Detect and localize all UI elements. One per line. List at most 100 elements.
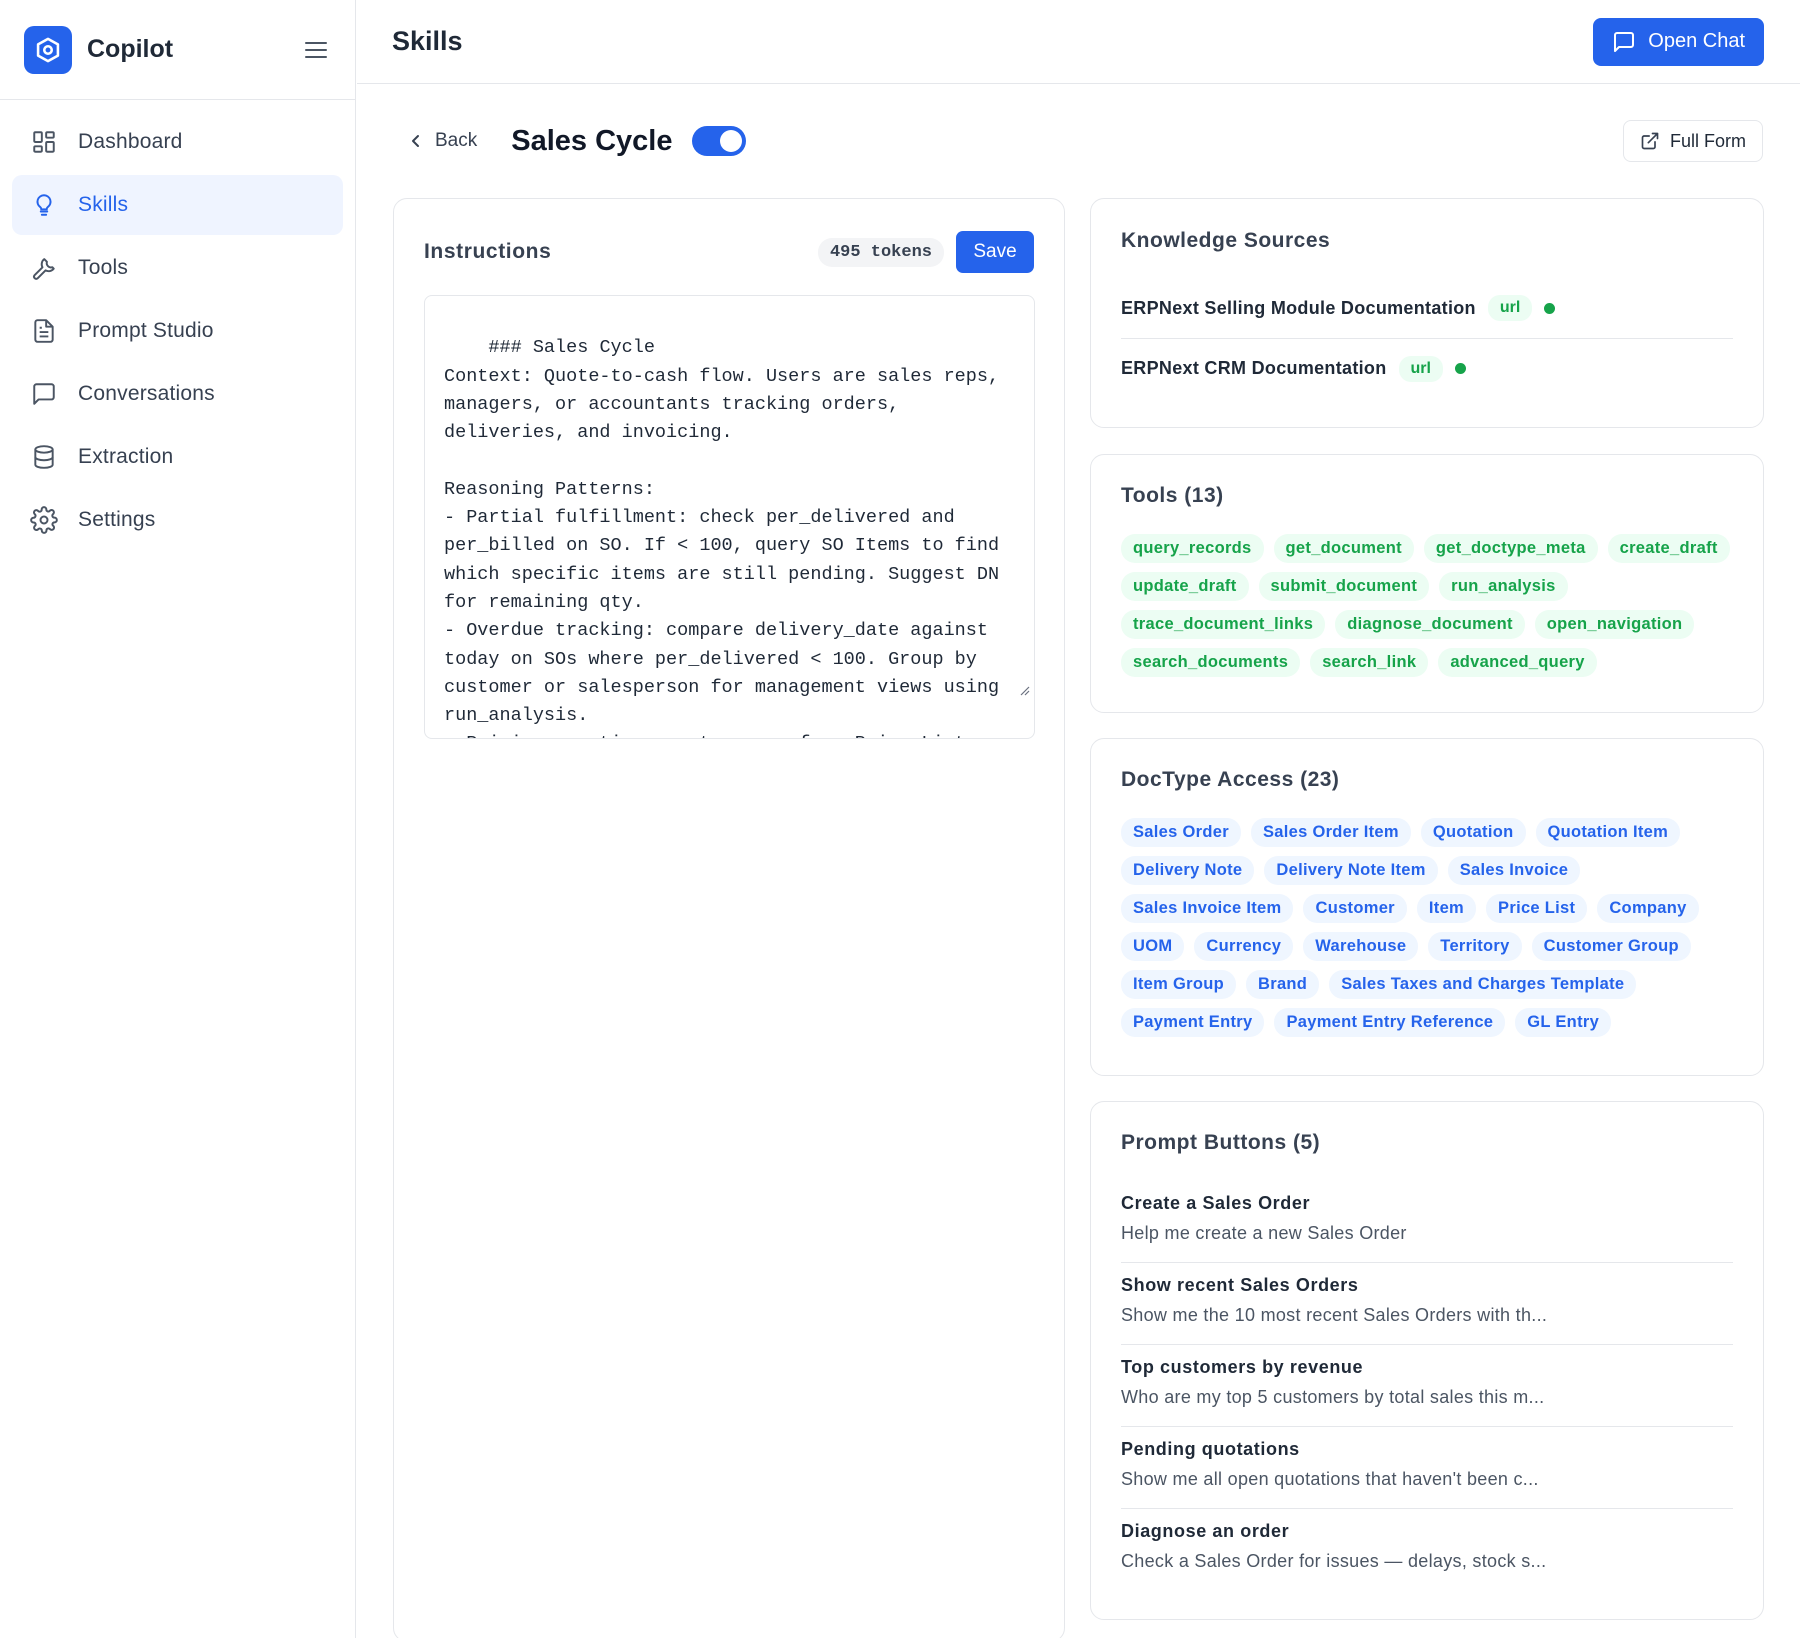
- instructions-title: Instructions: [424, 240, 552, 263]
- sidebar-item-prompt-studio[interactable]: Prompt Studio: [12, 301, 343, 361]
- sidebar-item-dashboard[interactable]: Dashboard: [12, 112, 343, 172]
- status-dot-icon: [1544, 302, 1556, 314]
- prompt-button-label: Show recent Sales Orders: [1121, 1275, 1359, 1295]
- doctype-chip: Sales Order: [1121, 818, 1241, 847]
- source-name: ERPNext CRM Documentation: [1121, 358, 1387, 378]
- prompt-button-label: Create a Sales Order: [1121, 1193, 1311, 1213]
- token-count-badge: 495 tokens: [817, 237, 944, 267]
- status-dot-icon: [1454, 363, 1466, 374]
- prompt-button-label: Pending quotations: [1121, 1439, 1300, 1459]
- doctype-chip: Territory: [1428, 932, 1522, 961]
- tool-chip: diagnose_document: [1335, 610, 1525, 639]
- doctype-chip: Payment Entry Reference: [1274, 1008, 1506, 1037]
- doctype-chip: Delivery Note: [1121, 856, 1255, 885]
- resize-handle-icon[interactable]: [951, 650, 1030, 735]
- tool-chip: query_records: [1121, 534, 1264, 563]
- sidebar-item-conversations[interactable]: Conversations: [12, 364, 343, 424]
- doctype-chip: GL Entry: [1515, 1008, 1612, 1037]
- open-chat-button[interactable]: Open Chat: [1593, 17, 1764, 66]
- tool-chip: run_analysis: [1439, 572, 1568, 601]
- doctype-chip: Sales Order Item: [1250, 818, 1411, 847]
- sidebar-item-tools[interactable]: Tools: [12, 238, 343, 298]
- save-button[interactable]: Save: [956, 231, 1034, 273]
- doctype-chip: Price List: [1486, 894, 1588, 923]
- page-title: Skills: [392, 26, 463, 56]
- doctype-chip: Payment Entry: [1121, 1008, 1265, 1037]
- chat-icon: [30, 380, 58, 408]
- knowledge-sources-title: Knowledge Sources: [1121, 229, 1331, 252]
- prompt-button-label: Diagnose an order: [1121, 1521, 1290, 1541]
- doctype-chip: Quotation Item: [1535, 818, 1681, 847]
- dashboard-icon: [30, 128, 58, 156]
- instructions-textarea[interactable]: ### Sales Cycle Context: Quote-to-cash f…: [424, 295, 1035, 739]
- doctype-chip: Currency: [1194, 932, 1294, 961]
- skill-header: Back Sales Cycle Full Form: [393, 118, 1763, 164]
- sidebar-item-label: Conversations: [78, 382, 215, 405]
- knowledge-sources-list: ERPNext Selling Module Documentation url…: [1121, 278, 1733, 398]
- doctype-chip: Quotation: [1420, 818, 1526, 847]
- tool-chip: search_documents: [1121, 648, 1301, 677]
- doctype-chip: Item: [1416, 894, 1477, 923]
- skill-enabled-toggle[interactable]: [692, 126, 747, 156]
- lightbulb-icon: [30, 191, 58, 219]
- full-form-label: Full Form: [1670, 130, 1746, 151]
- sidebar-item-skills[interactable]: Skills: [12, 175, 343, 235]
- prompt-button-description: Help me create a new Sales Order: [1121, 1223, 1407, 1243]
- doctype-chip: Item Group: [1121, 970, 1237, 999]
- source-type-badge: url: [1398, 355, 1443, 382]
- doctype-chip: UOM: [1121, 932, 1185, 961]
- doctype-chip: Sales Invoice Item: [1121, 894, 1294, 923]
- hamburger-menu-icon[interactable]: [301, 35, 331, 65]
- doctype-chip: Sales Invoice: [1447, 856, 1581, 885]
- tool-chip: get_doctype_meta: [1423, 534, 1598, 563]
- prompt-button-item[interactable]: Show recent Sales Orders Show me the 10 …: [1121, 1263, 1733, 1345]
- sidebar-item-extraction[interactable]: Extraction: [12, 427, 343, 487]
- prompt-button-label: Top customers by revenue: [1121, 1357, 1364, 1377]
- list-item[interactable]: ERPNext Selling Module Documentation url: [1121, 278, 1733, 338]
- topbar: Skills Open Chat: [357, 0, 1800, 84]
- prompt-button-item[interactable]: Create a Sales Order Help me create a ne…: [1121, 1181, 1733, 1263]
- instructions-header: Instructions 495 tokens Save: [424, 231, 1034, 273]
- doctype-chip: Brand: [1246, 970, 1320, 999]
- sidebar: Copilot Dashboard Skills Tools Prompt St…: [0, 0, 356, 1638]
- prompt-button-description: Check a Sales Order for issues — delays,…: [1121, 1551, 1547, 1571]
- tool-chip: search_link: [1310, 648, 1429, 677]
- sidebar-item-label: Dashboard: [78, 130, 183, 153]
- tool-chip: trace_document_links: [1121, 610, 1326, 639]
- doctype-access-title: DocType Access (23): [1121, 768, 1340, 791]
- prompt-buttons-title: Prompt Buttons (5): [1121, 1131, 1321, 1154]
- sidebar-nav: Dashboard Skills Tools Prompt Studio Con…: [0, 100, 355, 565]
- document-icon: [30, 317, 58, 345]
- doctype-chip: Sales Taxes and Charges Template: [1329, 970, 1637, 999]
- prompt-buttons-card: Prompt Buttons (5) Create a Sales Order …: [1090, 1101, 1764, 1620]
- list-item[interactable]: ERPNext CRM Documentation url: [1121, 338, 1733, 398]
- tools-chip-list: query_records get_document get_doctype_m…: [1121, 534, 1733, 677]
- chevron-left-icon: [409, 133, 423, 149]
- back-button[interactable]: Back: [393, 130, 485, 152]
- doctype-chip: Company: [1597, 894, 1699, 923]
- sidebar-item-label: Extraction: [78, 445, 174, 468]
- prompt-button-item[interactable]: Pending quotations Show me all open quot…: [1121, 1427, 1733, 1509]
- chat-icon: [1612, 30, 1636, 54]
- doctype-chip: Warehouse: [1303, 932, 1419, 961]
- external-link-icon: [1640, 131, 1660, 151]
- toggle-knob: [720, 130, 743, 152]
- sidebar-item-settings[interactable]: Settings: [12, 490, 343, 550]
- source-name: ERPNext Selling Module Documentation: [1121, 297, 1476, 318]
- tool-chip: update_draft: [1121, 572, 1249, 601]
- tools-title: Tools (13): [1121, 484, 1224, 507]
- doctype-chip-list: Sales Order Sales Order Item Quotation Q…: [1121, 818, 1733, 1037]
- tool-chip: open_navigation: [1534, 610, 1695, 639]
- doctype-chip: Customer Group: [1531, 932, 1691, 961]
- copilot-logo-icon: [24, 25, 72, 74]
- open-chat-label: Open Chat: [1648, 30, 1745, 52]
- prompt-button-item[interactable]: Top customers by revenue Who are my top …: [1121, 1345, 1733, 1427]
- sidebar-item-label: Tools: [78, 256, 129, 279]
- tool-chip: submit_document: [1258, 572, 1430, 601]
- prompt-buttons-list: Create a Sales Order Help me create a ne…: [1121, 1181, 1733, 1591]
- full-form-button[interactable]: Full Form: [1623, 120, 1763, 162]
- sidebar-item-label: Settings: [78, 508, 156, 531]
- wrench-icon: [30, 254, 58, 282]
- instructions-card: Instructions 495 tokens Save ### Sales C…: [393, 198, 1065, 1638]
- prompt-button-item[interactable]: Diagnose an order Check a Sales Order fo…: [1121, 1509, 1733, 1591]
